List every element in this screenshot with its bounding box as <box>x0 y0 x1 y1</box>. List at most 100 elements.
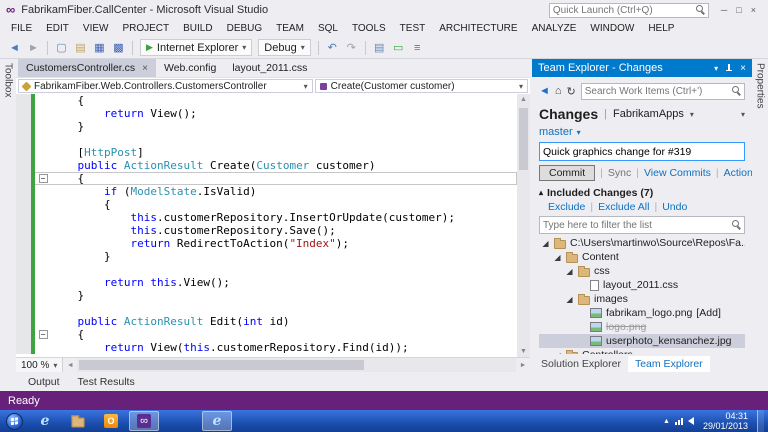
code-text[interactable]: public ActionResult Edit(int id) <box>51 315 289 328</box>
breakpoint-margin[interactable] <box>16 302 31 315</box>
redo-icon[interactable]: ↷ <box>343 39 360 56</box>
show-desktop-button[interactable] <box>757 410 764 432</box>
tree-item[interactable]: ◢ Content <box>539 250 745 264</box>
work-item-search-input[interactable] <box>584 85 732 97</box>
collapse-region-icon[interactable]: − <box>38 174 48 183</box>
tab-web-config[interactable]: Web.config <box>156 59 224 77</box>
breakpoint-margin[interactable] <box>16 341 31 354</box>
tree-item[interactable]: ◢ css <box>539 264 745 278</box>
breakpoint-margin[interactable] <box>16 237 31 250</box>
menu-item-view[interactable]: VIEW <box>76 22 116 35</box>
team-explorer-title-bar[interactable]: Team Explorer - Changes ▾ × <box>532 59 752 77</box>
scroll-right-icon[interactable]: ► <box>516 358 530 372</box>
expander-icon[interactable]: ◢ <box>541 239 550 248</box>
tree-item[interactable]: fabrikam_logo.png [Add] <box>539 306 745 320</box>
undo-link[interactable]: Undo <box>662 201 687 213</box>
breakpoint-margin[interactable] <box>16 250 31 263</box>
menu-item-tools[interactable]: TOOLS <box>345 22 393 35</box>
save-all-icon[interactable]: ▩ <box>110 39 127 56</box>
menu-item-team[interactable]: TEAM <box>269 22 311 35</box>
code-text[interactable]: public ActionResult Create(Customer cust… <box>51 159 375 172</box>
breakpoint-margin[interactable] <box>16 263 31 276</box>
new-file-icon[interactable]: ▢ <box>53 39 70 56</box>
open-file-icon[interactable]: ▤ <box>72 39 89 56</box>
code-text[interactable]: } <box>51 120 84 133</box>
minimize-button[interactable]: ─ <box>721 5 727 15</box>
restore-button[interactable]: □ <box>736 5 741 15</box>
hidden-icons-button[interactable]: ▲ <box>663 418 670 425</box>
back-icon[interactable]: ◄ <box>539 85 550 97</box>
breakpoint-margin[interactable] <box>16 94 31 107</box>
breakpoint-margin[interactable] <box>16 107 31 120</box>
home-icon[interactable]: ⌂ <box>555 85 562 97</box>
breakpoint-margin[interactable] <box>16 120 31 133</box>
scroll-down-icon[interactable]: ▼ <box>517 348 530 355</box>
work-item-search-box[interactable] <box>580 82 745 100</box>
tree-item[interactable]: ◢ images <box>539 292 745 306</box>
code-text[interactable]: } <box>51 289 84 302</box>
menu-item-debug[interactable]: DEBUG <box>220 22 270 35</box>
expander-icon[interactable]: ◢ <box>553 253 562 262</box>
menu-item-build[interactable]: BUILD <box>176 22 219 35</box>
menu-item-architecture[interactable]: ARCHITECTURE <box>432 22 524 35</box>
project-name[interactable]: FabrikamApps <box>613 108 684 120</box>
menu-item-window[interactable]: WINDOW <box>583 22 641 35</box>
tab-customerscontroller-cs[interactable]: CustomersController.cs × <box>18 59 156 77</box>
volume-icon[interactable] <box>687 417 694 425</box>
horizontal-scrollbar-thumb[interactable] <box>79 360 365 370</box>
code-text[interactable]: this.customerRepository.Save(); <box>51 224 335 237</box>
code-text[interactable]: } <box>51 250 111 263</box>
code-text[interactable]: return View(this.customerRepository.Find… <box>51 341 409 354</box>
breakpoint-margin[interactable] <box>16 146 31 159</box>
menu-item-project[interactable]: PROJECT <box>115 22 176 35</box>
vertical-scrollbar-thumb[interactable] <box>519 108 528 170</box>
code-text[interactable]: { <box>51 328 84 341</box>
menu-item-edit[interactable]: EDIT <box>39 22 76 35</box>
tree-item[interactable]: ◢ C:\Users\martinwo\Source\Repos\Fa... <box>539 236 745 250</box>
undo-icon[interactable]: ↶ <box>324 39 341 56</box>
filter-box[interactable] <box>539 216 745 234</box>
close-icon[interactable]: × <box>740 63 746 74</box>
included-changes-section-header[interactable]: ▴ Included Changes (7) <box>539 185 745 200</box>
forward-icon[interactable]: ► <box>25 39 42 56</box>
tree-item[interactable]: logo.png <box>539 320 745 334</box>
breakpoint-margin[interactable] <box>16 159 31 172</box>
pin-icon[interactable] <box>725 63 733 73</box>
code-lines[interactable]: { return View(); } [HttpPost] public Act… <box>16 94 517 357</box>
internet-explorer-window[interactable]: e <box>202 411 232 431</box>
code-text[interactable]: if (ModelState.IsValid) <box>51 185 256 198</box>
expander-icon[interactable]: ◢ <box>565 295 574 304</box>
breakpoint-margin[interactable] <box>16 133 31 146</box>
breakpoint-margin[interactable] <box>16 185 31 198</box>
breakpoint-margin[interactable] <box>16 289 31 302</box>
expander-icon[interactable]: ◢ <box>565 267 574 276</box>
breakpoint-margin[interactable] <box>16 211 31 224</box>
breakpoint-margin[interactable] <box>16 315 31 328</box>
view-commits-link[interactable]: View Commits <box>644 167 711 179</box>
code-text[interactable]: return View(); <box>51 107 197 120</box>
zoom-control[interactable]: 100 % ▾ <box>16 358 64 372</box>
close-tab-icon[interactable]: × <box>142 63 148 74</box>
start-button[interactable] <box>6 412 23 430</box>
editor-vertical-scrollbar[interactable]: ▲ ▼ <box>517 94 530 357</box>
code-editor[interactable]: { return View(); } [HttpPost] public Act… <box>16 94 530 357</box>
outlook[interactable]: O <box>96 411 126 431</box>
tab-output[interactable]: Output <box>20 374 68 390</box>
collapse-region-icon[interactable]: − <box>38 330 48 339</box>
code-text[interactable]: return RedirectToAction("Index"); <box>51 237 349 250</box>
window-position-icon[interactable]: ▾ <box>714 64 718 73</box>
options-icon[interactable]: ≡ <box>409 39 426 56</box>
menu-item-sql[interactable]: SQL <box>311 22 345 35</box>
code-text[interactable]: { <box>51 198 111 211</box>
tree-item[interactable]: userphoto_kensanchez.jpg <box>539 334 745 348</box>
tree-item[interactable]: layout_2011.css <box>539 278 745 292</box>
tab-layout-2011-css[interactable]: layout_2011.css <box>224 59 315 77</box>
filter-input[interactable] <box>543 219 732 231</box>
editor-horizontal-scrollbar[interactable] <box>77 358 516 372</box>
internet-explorer[interactable]: e <box>30 411 60 431</box>
breakpoint-margin[interactable] <box>16 276 31 289</box>
branch-selector[interactable]: master <box>539 126 573 138</box>
code-text[interactable]: this.customerRepository.InsertOrUpdate(c… <box>51 211 455 224</box>
scroll-up-icon[interactable]: ▲ <box>517 96 530 103</box>
save-icon[interactable]: ▦ <box>91 39 108 56</box>
